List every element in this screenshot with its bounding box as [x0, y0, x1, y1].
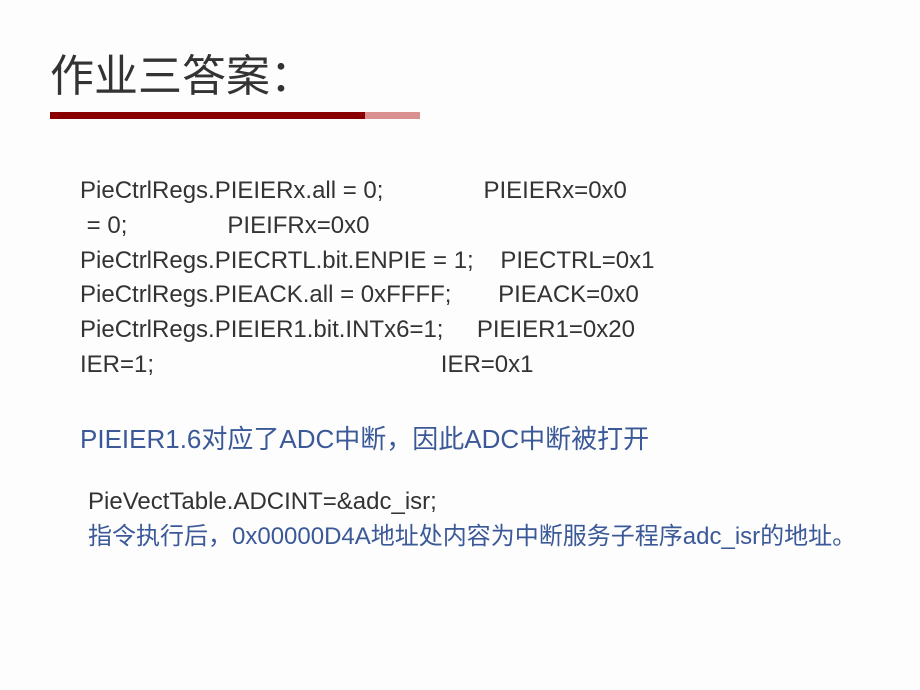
- underline-dark: [50, 112, 365, 119]
- code-l1-left: PieCtrlRegs.PIEIERx.all = 0;: [80, 177, 383, 204]
- code-l2-left: = 0;: [80, 212, 127, 239]
- code-l3-right: PIECTRL=0x1: [500, 247, 654, 274]
- code-l4-left: PieCtrlRegs.PIEACK.all = 0xFFFF;: [80, 281, 451, 308]
- code-block-1: PieCtrlRegs.PIEIERx.all = 0; PIEIERx=0x0…: [80, 174, 870, 383]
- code-l6-left: IER=1;: [80, 351, 154, 378]
- slide-title: 作业三答案：: [50, 40, 870, 104]
- code-l4-right: PIEACK=0x0: [498, 281, 639, 308]
- slide-container: 作业三答案： PieCtrlRegs.PIEIERx.all = 0; PIEI…: [0, 0, 920, 690]
- title-underline: [50, 112, 420, 119]
- note-1: PIEIER1.6对应了ADC中断，因此ADC中断被打开: [80, 421, 870, 457]
- code-l3-left: PieCtrlRegs.PIECRTL.bit.ENPIE = 1;: [80, 247, 474, 274]
- code-l1-right: PIEIERx=0x0: [483, 177, 626, 204]
- explanation: 指令执行后，0x00000D4A地址处内容为中断服务子程序adc_isr的地址。: [80, 520, 870, 555]
- code-l2-right: PIEIFRx=0x0: [227, 212, 369, 239]
- code-l6-right: IER=0x1: [441, 351, 534, 378]
- code-l5-right: PIEIER1=0x20: [477, 316, 635, 343]
- code-l5-left: PieCtrlRegs.PIEIER1.bit.INTx6=1;: [80, 316, 443, 343]
- title-area: 作业三答案：: [50, 40, 870, 119]
- underline-light: [365, 112, 420, 119]
- code-block-2: PieVectTable.ADCINT=&adc_isr;: [80, 485, 870, 520]
- content-area: PieCtrlRegs.PIEIERx.all = 0; PIEIERx=0x0…: [50, 164, 870, 555]
